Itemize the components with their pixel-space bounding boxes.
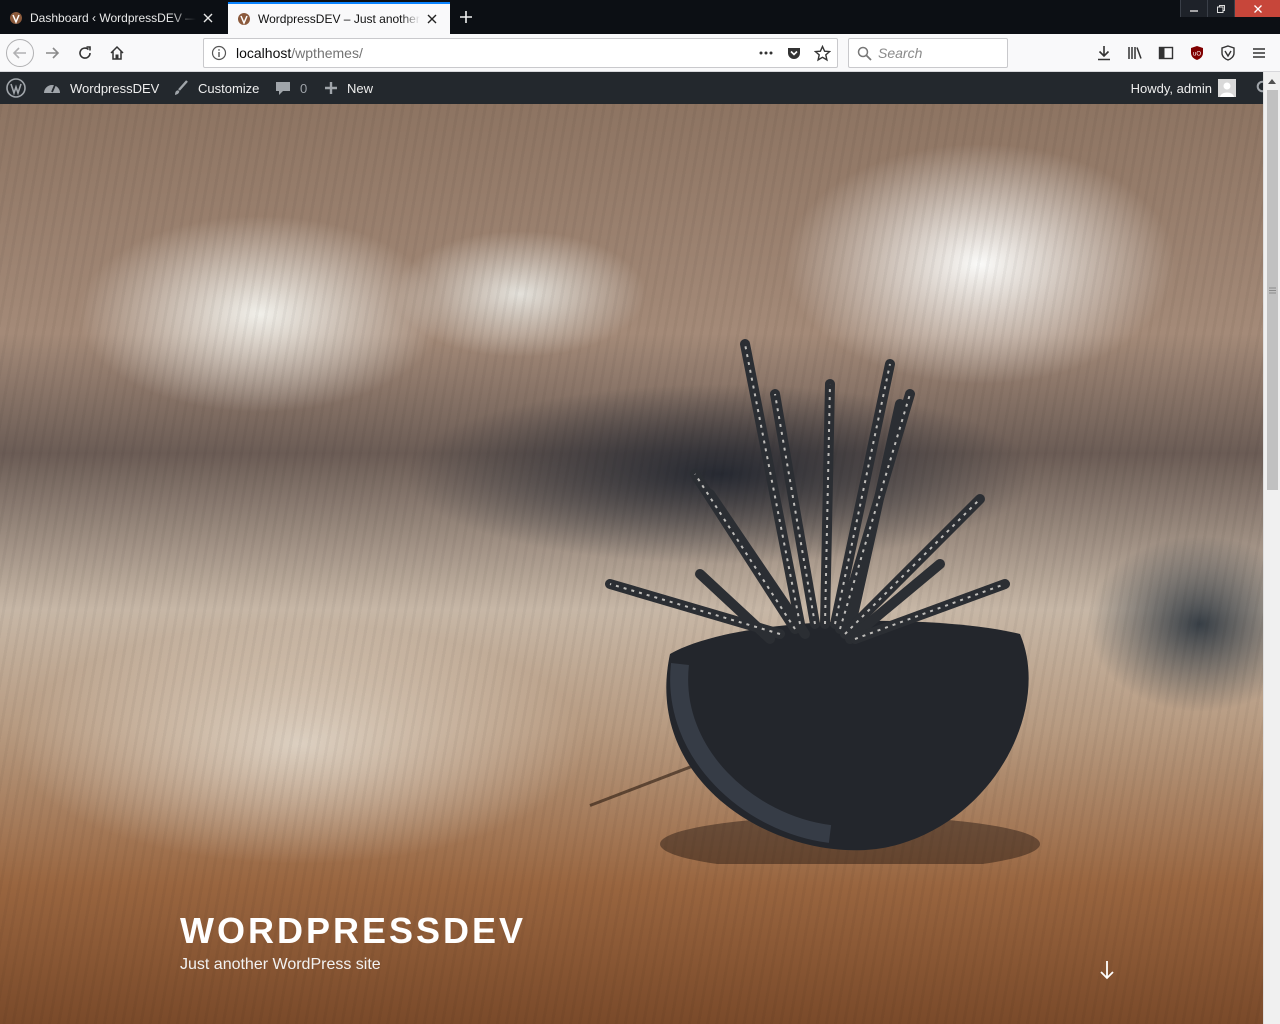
pocket-icon[interactable] (783, 43, 805, 63)
comment-bubble-icon (276, 82, 290, 95)
paintbrush-icon (175, 80, 188, 95)
search-input[interactable] (878, 45, 998, 61)
wp-admin-bar: WordpressDEV Customize 0 New Howdy, admi… (0, 72, 1280, 104)
plus-icon (325, 82, 337, 94)
ublock-origin-button[interactable]: uO (1181, 39, 1212, 67)
back-button[interactable] (6, 39, 34, 67)
scrollbar-thumb[interactable] (1267, 90, 1278, 490)
arrow-right-icon (46, 47, 60, 59)
restore-window-button[interactable] (1207, 0, 1234, 17)
site-title-link[interactable]: WORDPRESSDEV (180, 910, 526, 952)
avatar (1218, 79, 1236, 97)
plus-icon (460, 11, 472, 23)
dashboard-gauge-icon (44, 84, 60, 93)
site-name-label: WordpressDEV (70, 80, 160, 96)
site-info-icon[interactable] (204, 45, 234, 61)
url-bar[interactable]: localhost/wpthemes/ (203, 38, 838, 68)
wordpress-logo-icon (6, 78, 26, 98)
window-controls (1180, 0, 1280, 17)
bookmark-star-icon[interactable] (811, 43, 833, 63)
tab-title: Dashboard ‹ WordpressDEV — WordPress (30, 11, 196, 25)
wordpress-favicon-icon (236, 11, 252, 27)
comments-count: 0 (300, 80, 308, 96)
customize-link[interactable]: Customize (172, 72, 259, 104)
reload-button[interactable] (71, 39, 99, 67)
library-icon (1127, 47, 1142, 59)
succulent-plant-image (605, 339, 1040, 864)
sidebar-icon (1158, 46, 1173, 60)
sidebar-button[interactable] (1150, 39, 1181, 67)
home-button[interactable] (103, 39, 131, 67)
site-name-menu[interactable]: WordpressDEV (42, 72, 159, 104)
search-icon (857, 46, 872, 61)
my-account-menu[interactable]: Howdy, admin (1131, 79, 1236, 97)
comments-link[interactable]: 0 (274, 72, 307, 104)
arrow-down-icon (1100, 961, 1114, 980)
svg-text:uO: uO (1192, 52, 1200, 58)
navigation-toolbar: localhost/wpthemes/ uO (0, 34, 1280, 72)
search-bar[interactable] (848, 38, 1008, 68)
site-branding: WORDPRESSDEV Just another WordPress site (180, 910, 526, 974)
menu-button[interactable] (1243, 39, 1274, 67)
hamburger-menu-icon (1252, 48, 1265, 58)
howdy-label: Howdy, admin (1130, 80, 1212, 96)
site-description: Just another WordPress site (180, 956, 381, 973)
toolbar-right: uO (1088, 39, 1274, 67)
close-tab-icon[interactable] (424, 11, 440, 27)
home-icon (110, 45, 124, 60)
download-icon (1097, 46, 1110, 61)
customize-label: Customize (198, 80, 260, 96)
forward-button[interactable] (38, 39, 66, 67)
scroll-up-arrow-icon[interactable] (1264, 72, 1280, 89)
custom-header-hero: WORDPRESSDEV Just another WordPress site (0, 104, 1263, 1024)
reload-icon (79, 46, 91, 59)
scroll-down-button[interactable] (1096, 958, 1118, 982)
close-window-button[interactable] (1234, 0, 1280, 17)
arrow-left-icon (12, 47, 26, 59)
wordpress-favicon-icon (8, 10, 24, 26)
tab-strip: Dashboard ‹ WordpressDEV — WordPress Wor… (0, 0, 1280, 34)
downloads-button[interactable] (1088, 39, 1119, 67)
page-actions-icon[interactable] (755, 43, 777, 63)
close-tab-icon[interactable] (200, 10, 216, 26)
wp-logo-menu[interactable] (6, 72, 26, 104)
new-tab-button[interactable] (453, 5, 479, 29)
ublock-shield-icon: uO (1190, 46, 1203, 60)
new-label: New (347, 80, 374, 96)
shield-icon (1220, 45, 1235, 61)
tab-title: WordpressDEV – Just another WordPress si… (258, 12, 420, 26)
url-path: /wpthemes/ (291, 45, 363, 61)
tab-dashboard[interactable]: Dashboard ‹ WordpressDEV — WordPress (0, 2, 226, 34)
new-content-menu[interactable]: New (323, 72, 373, 104)
tab-wordpressdev[interactable]: WordpressDEV – Just another WordPress si… (228, 2, 450, 34)
privacy-badger-button[interactable] (1212, 39, 1243, 67)
page-scrollbar[interactable] (1263, 72, 1280, 1024)
url-host: localhost (236, 45, 292, 61)
minimize-window-button[interactable] (1180, 0, 1207, 17)
library-button[interactable] (1119, 39, 1150, 67)
